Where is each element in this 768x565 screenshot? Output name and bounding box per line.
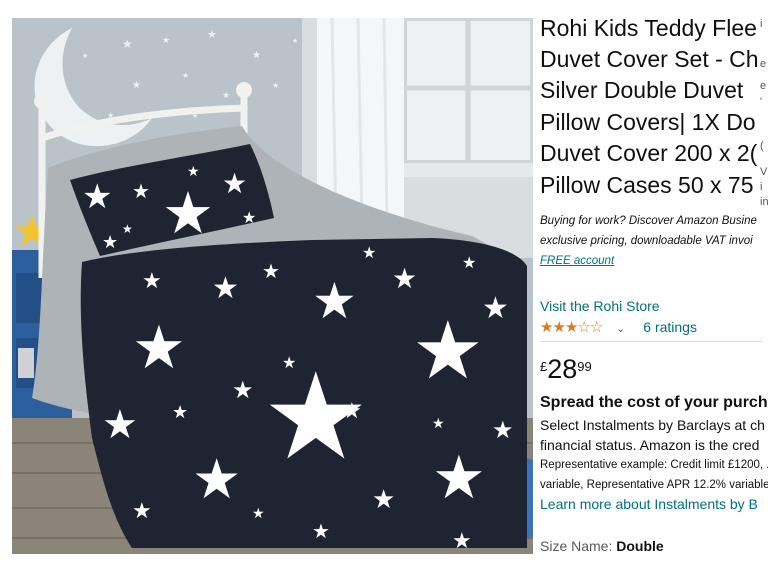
star-full-icon: ★ (552, 319, 565, 336)
svg-text:★: ★ (82, 178, 112, 216)
edge-char: ' (760, 96, 763, 108)
svg-text:★: ★ (492, 417, 514, 444)
svg-text:★: ★ (282, 355, 296, 372)
star-full-icon: ★ (564, 319, 578, 336)
svg-text:★: ★ (132, 498, 152, 523)
svg-text:★: ★ (392, 263, 417, 294)
product-title-line-3: Silver Double Duvet (540, 77, 744, 103)
product-title-line-5: Duvet Cover 200 x 2( (540, 140, 758, 166)
svg-text:★: ★ (262, 261, 280, 283)
svg-text:★: ★ (272, 81, 279, 90)
business-promo-line-2: exclusive pricing, downloadable VAT invo… (540, 235, 753, 247)
instalments-text-line-1: Select Instalments by Barclays at ch (540, 417, 765, 433)
instalments-example-line-1: Representative example: Credit limit £12… (540, 459, 768, 471)
svg-text:★: ★ (187, 163, 200, 179)
svg-text:★: ★ (132, 181, 150, 203)
edge-char: i (760, 18, 763, 30)
svg-text:★: ★ (372, 484, 395, 514)
instalments-text-line-2: financial status. Amazon is the cred (540, 437, 760, 453)
svg-text:★: ★ (412, 306, 484, 395)
product-title-line-6: Pillow Cases 50 x 75 (540, 172, 754, 198)
price-currency-symbol: £ (540, 359, 548, 374)
business-promo-line-1: Buying for work? Discover Amazon Busine (540, 215, 757, 227)
chevron-down-icon[interactable]: ⌄ (616, 323, 625, 335)
svg-text:★: ★ (182, 71, 189, 80)
edge-char: e (760, 80, 767, 92)
size-name-row: Size Name: Double (540, 538, 664, 554)
free-account-link[interactable]: FREE account (540, 255, 614, 267)
svg-text:★: ★ (142, 268, 162, 293)
svg-text:★: ★ (222, 168, 247, 199)
svg-text:★: ★ (462, 255, 476, 272)
size-name-value: Double (616, 538, 664, 554)
business-free-account-link-row: FREE account (540, 255, 614, 267)
star-empty-icon: ☆ (577, 319, 590, 336)
edge-char: e (760, 58, 767, 70)
edge-char: i (760, 181, 763, 193)
svg-text:★: ★ (362, 245, 376, 262)
svg-text:★: ★ (207, 29, 217, 41)
rating-row[interactable]: ★★★☆☆ ⌄ 6 ratings (540, 318, 697, 336)
svg-text:★: ★ (292, 37, 298, 45)
svg-text:★: ★ (252, 505, 265, 521)
price-fraction: 99 (577, 359, 592, 374)
svg-text:★: ★ (342, 398, 362, 423)
svg-text:★: ★ (82, 52, 88, 60)
edge-char: ( (760, 140, 764, 152)
product-info-panel: Rohi Kids Teddy Flee Duvet Cover Set - C… (540, 0, 768, 565)
price-whole: 28 (547, 354, 578, 384)
product-title-line-4: Pillow Covers| 1X Do (540, 109, 756, 135)
svg-text:★: ★ (162, 35, 170, 45)
svg-text:★: ★ (482, 292, 509, 325)
svg-text:★: ★ (172, 402, 188, 422)
bedroom-photo: ★ ★ ★ ★ ★ ★ ★ ★ ★ ★ ★ ★ ★ ★ ★ ★ ★ ★★ ★★ ★ ★ … (12, 18, 533, 554)
svg-text:★: ★ (122, 37, 133, 51)
svg-text:★: ★ (132, 80, 141, 91)
svg-text:★: ★ (252, 50, 261, 61)
svg-text:★: ★ (432, 444, 486, 511)
svg-text:★: ★ (232, 377, 254, 404)
svg-text:★: ★ (122, 222, 133, 236)
edge-char: V (760, 166, 768, 178)
star-full-icon: ★ (540, 319, 553, 336)
product-image[interactable]: ★ ★ ★ ★ ★ ★ ★ ★ ★ ★ ★ ★ ★ ★ ★ ★ ★ ★ ★ ★ … (12, 18, 533, 554)
instalments-heading: Spread the cost of your purch (540, 394, 768, 411)
svg-text:★: ★ (222, 90, 230, 100)
product-title-line-1: Rohi Kids Teddy Flee (540, 15, 757, 41)
product-title-line-2: Duvet Cover Set - Ch (540, 46, 759, 72)
size-name-label: Size Name: (540, 538, 613, 554)
svg-text:★: ★ (132, 314, 186, 381)
svg-text:★: ★ (312, 273, 357, 329)
instalments-example-line-2: variable, Representative APR 12.2% varia… (540, 479, 768, 491)
svg-text:★: ★ (312, 521, 330, 543)
duvet: ★ ★ ★ ★ ★ ★ ★ ★ ★ ★ ★ ★ ★ ★ ★ ★ ★ ★ ★ ★ (80, 238, 527, 548)
divider (540, 341, 762, 342)
ratings-count-link[interactable]: 6 ratings (643, 319, 697, 335)
instalments-learn-more-link[interactable]: Learn more about Instalments by B (540, 496, 758, 512)
svg-text:★: ★ (212, 272, 239, 305)
price: £2899 (540, 354, 592, 385)
svg-text:★: ★ (432, 415, 445, 431)
svg-text:★: ★ (102, 232, 118, 252)
svg-text:★: ★ (192, 448, 241, 510)
star-empty-icon: ☆ (589, 319, 603, 336)
edge-char: in (760, 196, 768, 208)
svg-text:★: ★ (102, 403, 138, 447)
visit-store-link[interactable]: Visit the Rohi Store (540, 298, 660, 314)
